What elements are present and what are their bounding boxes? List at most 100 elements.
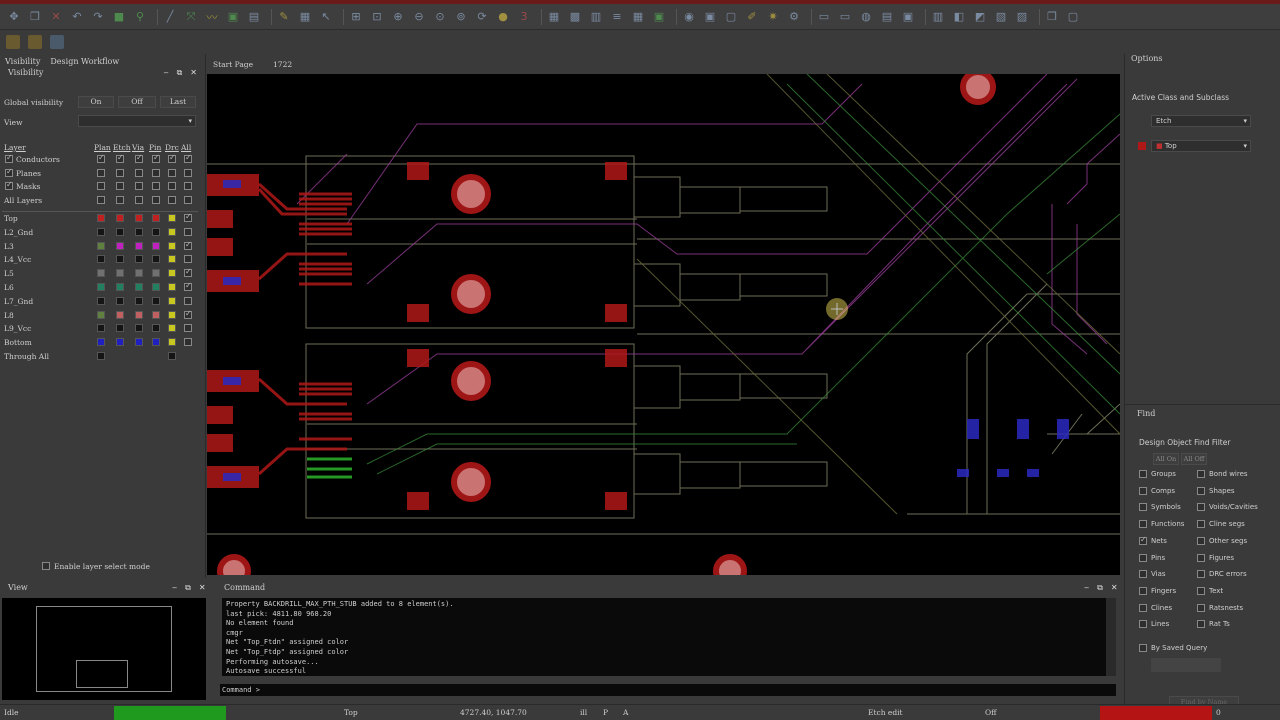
document-icon[interactable]: ▤ — [879, 9, 895, 25]
redraw-icon[interactable]: ⟳ — [474, 9, 490, 25]
minimize-icon[interactable]: ‒ — [172, 583, 177, 593]
zoom-fit-icon[interactable]: ⊞ — [348, 9, 364, 25]
visibility-last-button[interactable]: Last — [160, 96, 196, 108]
layer-color-swatch[interactable] — [116, 269, 124, 278]
layer-color-swatch[interactable] — [135, 214, 143, 222]
find-filter-checkbox[interactable] — [1197, 486, 1205, 495]
layer-color-swatch[interactable] — [116, 255, 124, 264]
find-filter-checkbox[interactable] — [1197, 470, 1205, 478]
layer-color-swatch[interactable] — [97, 269, 105, 278]
layer-color-swatch[interactable] — [168, 352, 176, 360]
layer-color-swatch[interactable] — [135, 296, 143, 305]
layer-all-checkbox[interactable] — [184, 240, 192, 250]
float-icon[interactable]: ⧉ — [177, 68, 183, 80]
layer-color-swatch[interactable] — [116, 227, 124, 236]
layer-color-swatch[interactable] — [97, 352, 105, 360]
stop-icon[interactable]: ▨ — [1014, 9, 1030, 25]
find-filter-checkbox[interactable] — [1139, 570, 1147, 579]
layer-color-swatch[interactable] — [152, 338, 160, 347]
copy-icon[interactable]: ❐ — [27, 9, 43, 25]
cursor-icon[interactable]: ↖ — [318, 9, 334, 25]
group-visibility-checkbox[interactable] — [168, 195, 176, 204]
layer-color-swatch[interactable] — [97, 227, 105, 236]
command-input[interactable]: Command > — [220, 684, 1116, 696]
layer-color-swatch[interactable] — [135, 241, 143, 250]
tab-start-page[interactable]: Start Page — [213, 60, 253, 74]
saved-query-select[interactable] — [1151, 658, 1221, 672]
find-filter-checkbox[interactable] — [1197, 536, 1205, 545]
layer-all-checkbox[interactable] — [184, 212, 192, 222]
layer-color-swatch[interactable] — [168, 338, 176, 347]
visibility-on-button[interactable]: On — [78, 96, 114, 108]
measure-icon[interactable]: ▣ — [702, 9, 718, 25]
group-visibility-checkbox[interactable] — [152, 153, 160, 163]
layer-color-swatch[interactable] — [168, 227, 176, 236]
layer-color-swatch[interactable] — [135, 255, 143, 264]
find-filter-checkbox[interactable] — [1139, 553, 1147, 562]
layer-color-swatch[interactable] — [116, 241, 124, 250]
layer-color-swatch[interactable] — [152, 227, 160, 236]
layer-color-swatch[interactable] — [97, 241, 105, 250]
group-visibility-checkbox[interactable] — [184, 153, 192, 163]
layer-color-swatch[interactable] — [97, 283, 105, 291]
group-visibility-checkbox[interactable] — [168, 182, 176, 190]
status-mode-3[interactable]: A — [623, 708, 628, 717]
layer-color-swatch[interactable] — [152, 324, 160, 333]
layer-color-swatch[interactable] — [135, 310, 143, 319]
group-visibility-checkbox[interactable] — [116, 168, 124, 177]
table-icon[interactable]: ▦ — [630, 9, 646, 25]
minimize-icon[interactable]: ‒ — [1084, 583, 1089, 593]
layer-color-swatch[interactable] — [135, 324, 143, 333]
layer-color-swatch[interactable] — [97, 338, 105, 347]
open-file-icon[interactable] — [28, 35, 42, 49]
close-icon[interactable]: ✕ — [190, 68, 197, 80]
layer-color-swatch[interactable] — [97, 214, 105, 222]
find-filter-checkbox[interactable] — [1197, 620, 1205, 629]
world-view-minimap[interactable] — [2, 598, 180, 700]
script-icon[interactable]: ◩ — [972, 9, 988, 25]
layer-all-checkbox[interactable] — [184, 296, 192, 305]
group-visibility-checkbox[interactable] — [152, 182, 160, 190]
layer-color-swatch[interactable] — [168, 214, 176, 222]
layer-all-checkbox[interactable] — [184, 227, 192, 236]
sphere-icon[interactable]: ◍ — [858, 9, 874, 25]
layer-color-swatch[interactable] — [97, 296, 105, 305]
layer-color-swatch[interactable] — [152, 214, 160, 222]
layer-all-checkbox[interactable] — [184, 324, 192, 333]
layer-color-swatch[interactable] — [168, 283, 176, 291]
layer-color-swatch[interactable] — [135, 269, 143, 278]
enable-layer-select-checkbox[interactable] — [42, 562, 50, 570]
group-visibility-checkbox[interactable] — [152, 168, 160, 177]
find-filter-checkbox[interactable] — [1197, 570, 1205, 579]
group-visibility-checkbox[interactable] — [135, 168, 143, 177]
move-icon[interactable]: ✥ — [6, 9, 22, 25]
add-line-icon[interactable]: ╱ — [162, 9, 178, 25]
add-connect-icon[interactable]: ⤧ — [183, 9, 199, 25]
group-visibility-checkbox[interactable] — [116, 182, 124, 190]
group-visibility-checkbox[interactable] — [184, 195, 192, 204]
find-filter-checkbox[interactable] — [1197, 553, 1205, 562]
window-icon[interactable]: ▭ — [816, 9, 832, 25]
find-filter-checkbox[interactable] — [1139, 520, 1147, 529]
zoom-window-icon[interactable]: ⊡ — [369, 9, 385, 25]
group-visibility-checkbox[interactable] — [97, 153, 105, 163]
subclass-select[interactable]: ■ Top ▾ — [1151, 140, 1251, 152]
group-checkbox[interactable] — [5, 180, 13, 190]
book-icon[interactable]: ▥ — [930, 9, 946, 25]
layer-color-swatch[interactable] — [97, 310, 105, 319]
tile-windows-icon[interactable]: ❐ — [1044, 9, 1060, 25]
layer-all-checkbox[interactable] — [184, 255, 192, 264]
group-visibility-checkbox[interactable] — [168, 153, 176, 163]
panel-icon[interactable]: ▭ — [837, 9, 853, 25]
find-filter-checkbox[interactable] — [1139, 486, 1147, 495]
close-icon[interactable]: ✕ — [1111, 583, 1118, 593]
record-icon[interactable]: ▧ — [993, 9, 1009, 25]
color-icon[interactable]: ▩ — [567, 9, 583, 25]
layer-color-swatch[interactable] — [152, 283, 160, 291]
slide-icon[interactable]: 〰 — [204, 9, 220, 25]
layer-all-checkbox[interactable] — [184, 267, 192, 278]
highlight-icon[interactable]: ✷ — [765, 9, 781, 25]
group-visibility-checkbox[interactable] — [97, 182, 105, 190]
fanout-icon[interactable]: ✎ — [276, 9, 292, 25]
layer-color-swatch[interactable] — [168, 310, 176, 319]
